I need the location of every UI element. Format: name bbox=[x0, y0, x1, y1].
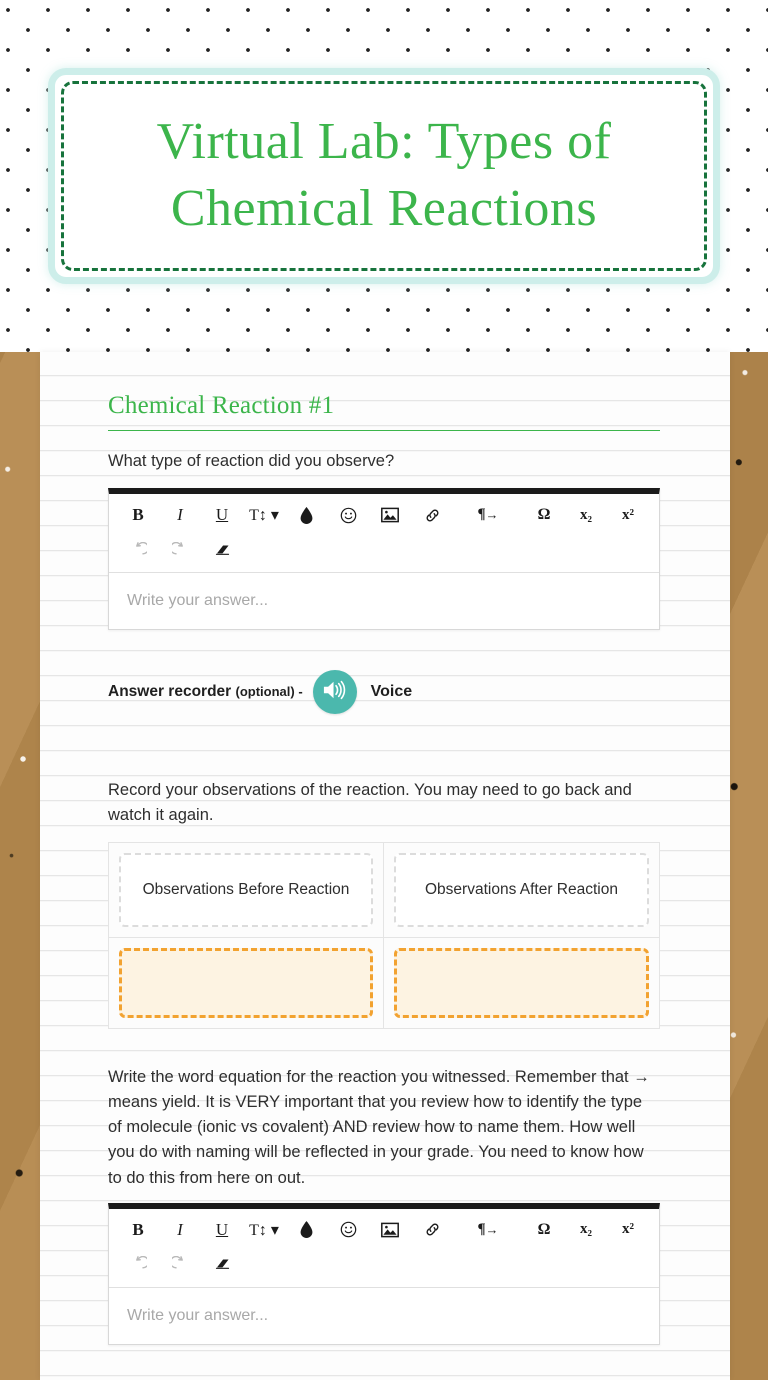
observations-table: Observations Before Reaction Observation… bbox=[108, 842, 660, 1030]
font-size-button-2[interactable]: T↕ ▾ bbox=[249, 1216, 279, 1244]
italic-button-2[interactable]: I bbox=[165, 1216, 195, 1244]
superscript-button[interactable]: x² bbox=[613, 501, 643, 529]
insert-image-icon[interactable] bbox=[375, 501, 405, 529]
italic-button[interactable]: I bbox=[165, 501, 195, 529]
bold-button-2[interactable]: B bbox=[123, 1216, 153, 1244]
insert-link-icon[interactable] bbox=[417, 501, 447, 529]
insert-link-icon-2[interactable] bbox=[417, 1216, 447, 1244]
toolbar-row-secondary bbox=[123, 532, 645, 566]
insert-image-icon-2[interactable] bbox=[375, 1216, 405, 1244]
pilcrow-glyph: ¶ bbox=[477, 506, 486, 523]
voice-record-button[interactable] bbox=[312, 670, 357, 715]
arrow-right-glyph: → bbox=[485, 507, 499, 523]
answer-recorder-label-strong: Answer recorder bbox=[108, 683, 232, 701]
table-cell-drop-after bbox=[384, 938, 659, 1028]
text-color-droplet-icon[interactable] bbox=[291, 501, 321, 529]
undo-icon[interactable] bbox=[123, 535, 153, 563]
redo-icon-2[interactable] bbox=[165, 1250, 195, 1278]
emoji-smiley-icon[interactable] bbox=[333, 501, 363, 529]
rich-text-editor-2[interactable]: B I U T↕ ▾ ¶ → Ω x₂ x² Write your answer… bbox=[108, 1202, 660, 1345]
section-heading: Chemical Reaction #1 bbox=[108, 392, 335, 419]
voice-label: Voice bbox=[370, 683, 413, 701]
table-cell-drop-before bbox=[109, 938, 384, 1029]
drop-zone-observations-after[interactable] bbox=[394, 948, 649, 1019]
table-cell-header-after: Observations After Reaction bbox=[384, 843, 659, 939]
editor-toolbar-1: B I U T↕ ▾ ¶ → Ω x₂ x² bbox=[109, 494, 659, 574]
answer-recorder-label-optional: (optional) - bbox=[235, 684, 303, 700]
answer-recorder-row: Answer recorder (optional) - Voice bbox=[108, 670, 700, 715]
question-1-prompt: What type of reaction did you observe? bbox=[108, 452, 395, 470]
text-color-droplet-icon-2[interactable] bbox=[291, 1216, 321, 1244]
question-2-prompt: Record your observations of the reaction… bbox=[108, 781, 632, 825]
editor-toolbar-2: B I U T↕ ▾ ¶ → Ω x₂ x² bbox=[109, 1208, 659, 1288]
clear-formatting-eraser-icon-2[interactable] bbox=[207, 1250, 237, 1278]
worksheet-content: Chemical Reaction #1 What type of reacti… bbox=[40, 352, 730, 1380]
table-cell-header-before: Observations Before Reaction bbox=[109, 843, 384, 939]
toolbar-row-secondary-2 bbox=[123, 1247, 645, 1281]
drop-zone-observations-before[interactable] bbox=[119, 948, 373, 1019]
font-size-button[interactable]: T↕ ▾ bbox=[249, 501, 279, 529]
superscript-button-2[interactable]: x² bbox=[613, 1216, 643, 1244]
underline-button[interactable]: U bbox=[207, 501, 237, 529]
text-direction-button[interactable]: ¶ → bbox=[473, 501, 503, 529]
rich-text-editor-1[interactable]: B I U T↕ ▾ ¶ → Ω x₂ x² Write your answer… bbox=[108, 488, 660, 631]
answer-input-2[interactable]: Write your answer... bbox=[109, 1287, 659, 1344]
arrow-right-glyph-2: → bbox=[485, 1221, 499, 1237]
pilcrow-glyph-2: ¶ bbox=[477, 1220, 486, 1237]
question-3-prompt: Write the word equation for the reaction… bbox=[108, 1068, 650, 1187]
special-character-button-2[interactable]: Ω bbox=[529, 1216, 559, 1244]
speaker-volume-icon bbox=[322, 679, 347, 706]
toolbar-row-primary: B I U T↕ ▾ ¶ → Ω x₂ x² bbox=[123, 498, 645, 532]
observations-after-header: Observations After Reaction bbox=[394, 853, 649, 928]
special-character-button[interactable]: Ω bbox=[529, 501, 559, 529]
underline-button-2[interactable]: U bbox=[207, 1216, 237, 1244]
answer-input-1[interactable]: Write your answer... bbox=[109, 573, 659, 630]
undo-icon-2[interactable] bbox=[123, 1250, 153, 1278]
observations-before-header: Observations Before Reaction bbox=[119, 853, 373, 928]
worksheet-title-card: Virtual Lab: Types of Chemical Reactions bbox=[48, 68, 720, 284]
clear-formatting-eraser-icon[interactable] bbox=[207, 535, 237, 563]
toolbar-row-primary-2: B I U T↕ ▾ ¶ → Ω x₂ x² bbox=[123, 1213, 645, 1247]
bold-button[interactable]: B bbox=[123, 501, 153, 529]
answer-recorder-label: Answer recorder (optional) - bbox=[108, 683, 303, 701]
subscript-button[interactable]: x₂ bbox=[571, 501, 601, 529]
emoji-smiley-icon-2[interactable] bbox=[333, 1216, 363, 1244]
text-direction-button-2[interactable]: ¶ → bbox=[473, 1216, 503, 1244]
page-title: Virtual Lab: Types of Chemical Reactions bbox=[156, 113, 612, 237]
subscript-button-2[interactable]: x₂ bbox=[571, 1216, 601, 1244]
redo-icon[interactable] bbox=[165, 535, 195, 563]
section-heading-rule bbox=[108, 430, 660, 431]
